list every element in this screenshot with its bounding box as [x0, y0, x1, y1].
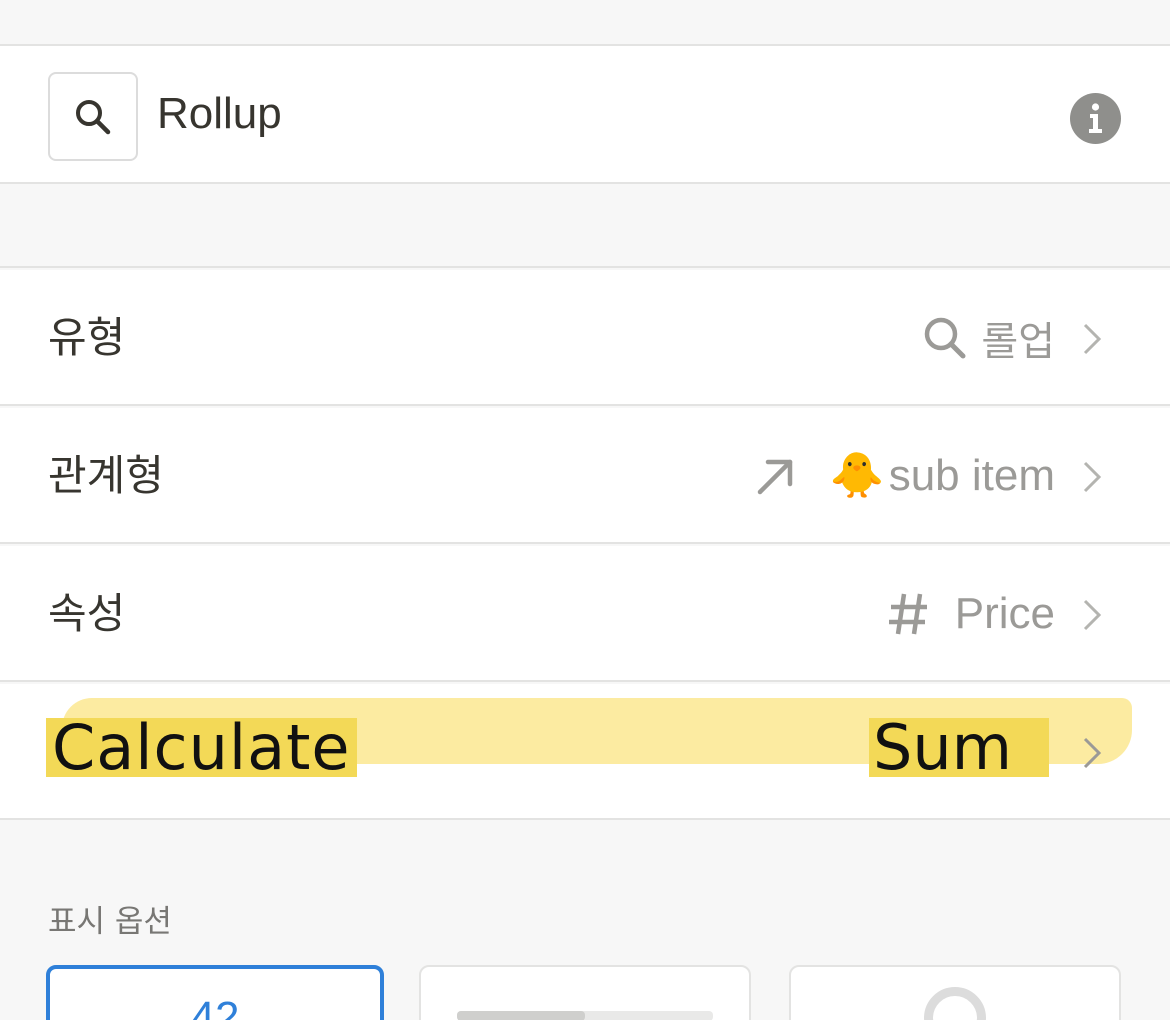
- search-icon: [76, 99, 111, 134]
- display-option-bar[interactable]: [419, 965, 751, 1020]
- calculate-row[interactable]: Calculate Sum: [0, 684, 1170, 820]
- section-gap: [0, 186, 1170, 268]
- chevron-right-icon: [1083, 599, 1102, 631]
- bar-preview-fill: [457, 1011, 585, 1020]
- number-preview: 42: [190, 993, 240, 1020]
- chevron-right-icon: [1083, 323, 1102, 355]
- chick-emoji-icon: 🐥: [829, 451, 885, 500]
- hash-icon: [888, 593, 927, 635]
- bar-preview: [457, 1011, 713, 1020]
- property-name-input[interactable]: Rollup: [157, 84, 282, 144]
- property-value: Price: [887, 584, 1055, 644]
- display-option-ring[interactable]: [789, 965, 1121, 1020]
- property-value-text: Price: [954, 589, 1055, 638]
- relation-row[interactable]: 관계형 🐥 sub item: [0, 408, 1170, 544]
- display-options-label: 표시 옵션: [48, 904, 172, 940]
- relation-label: 관계형: [48, 451, 164, 500]
- type-value: 롤업: [923, 308, 1055, 368]
- relation-value: 🐥 sub item: [754, 446, 1055, 506]
- chevron-right-icon: [1083, 737, 1102, 769]
- arrow-up-right-icon: [757, 459, 793, 495]
- property-label: 속성: [48, 589, 126, 638]
- property-row[interactable]: 속성 Price: [0, 546, 1170, 682]
- type-row[interactable]: 유형 롤업: [0, 270, 1170, 406]
- chevron-right-icon: [1083, 461, 1102, 493]
- property-icon-button[interactable]: [48, 72, 138, 161]
- magnifier-icon: [925, 317, 966, 359]
- display-option-number[interactable]: 42: [46, 965, 384, 1020]
- ring-preview: [924, 987, 986, 1020]
- type-value-text: 롤업: [981, 319, 1055, 365]
- type-label: 유형: [48, 313, 126, 362]
- top-strip: [0, 0, 1170, 46]
- property-name-row: Rollup: [0, 46, 1170, 184]
- info-icon[interactable]: [1070, 93, 1121, 144]
- calculate-label: Calculate: [46, 717, 357, 779]
- relation-value-text: sub item: [888, 451, 1055, 500]
- calculate-value: Sum: [869, 718, 1049, 777]
